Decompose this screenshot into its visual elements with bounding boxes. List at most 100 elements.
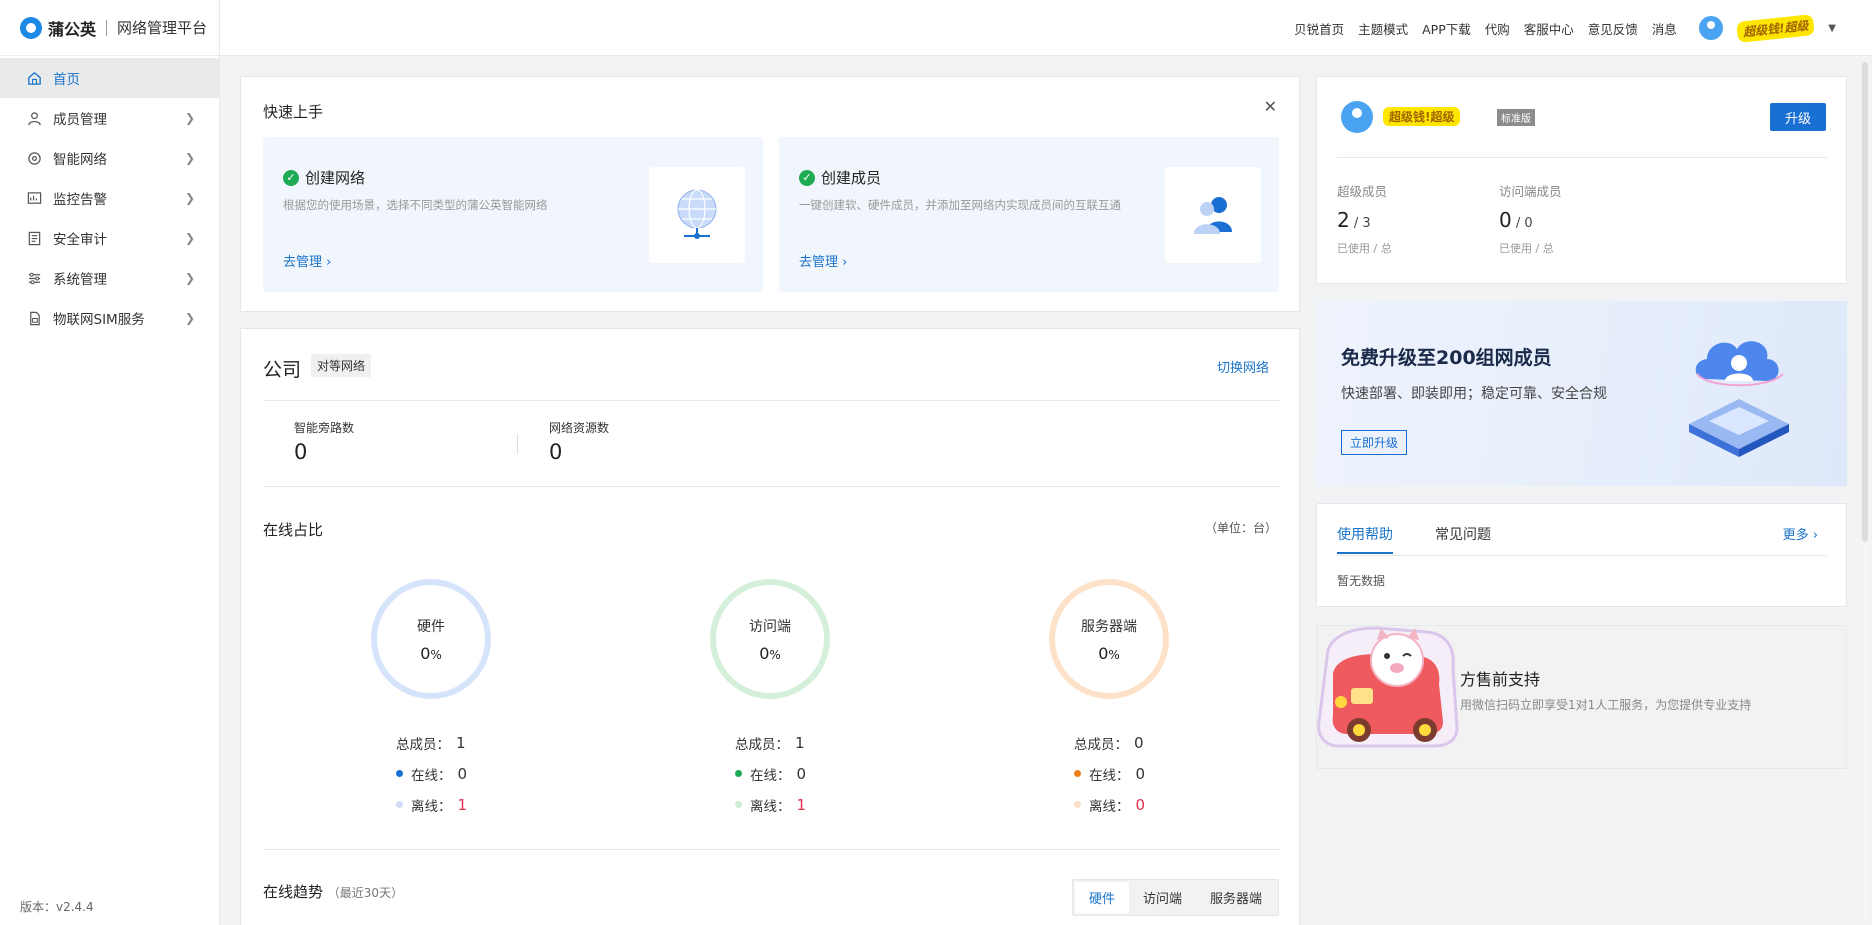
sidebar-item-members[interactable]: 成员管理 ❯ xyxy=(0,98,219,138)
manage-network-link[interactable]: 去管理 › xyxy=(283,251,331,270)
stat-bypass: 智能旁路数 0 xyxy=(294,419,354,464)
offline-dot-icon xyxy=(1074,801,1081,808)
close-icon[interactable]: ✕ xyxy=(1264,97,1277,116)
user-name[interactable]: 超级钱!超级 xyxy=(1735,13,1816,43)
promo-subtitle: 快速部署、即装即用；稳定可靠、安全合规 xyxy=(1341,386,1607,402)
ring-label: 服务器端 xyxy=(1081,618,1137,635)
panel-heading: ✓ 创建成员 xyxy=(799,167,881,188)
globe-illustration xyxy=(649,167,745,263)
tab-hardware[interactable]: 硬件 xyxy=(1074,882,1129,913)
online-ratio-title: 在线占比 xyxy=(263,521,324,539)
divider xyxy=(1337,157,1827,158)
tab-server[interactable]: 服务器端 xyxy=(1196,882,1276,913)
online-value: 0 xyxy=(796,764,807,783)
scrollbar-thumb[interactable] xyxy=(1862,62,1868,542)
sidebar-item-monitor[interactable]: 监控告警 ❯ xyxy=(0,178,219,218)
account-name: 超级钱!超级 xyxy=(1383,107,1461,126)
cartoon-car-sticker xyxy=(1307,618,1477,762)
manage-member-link[interactable]: 去管理 › xyxy=(799,251,847,270)
online-value: 0 xyxy=(457,764,468,783)
nav-theme-mode[interactable]: 主题模式 xyxy=(1358,19,1408,38)
panel-description: 根据您的使用场景，选择不同类型的蒲公英智能网络 xyxy=(283,198,548,212)
online-dot-icon xyxy=(1074,770,1081,777)
offline-value: 1 xyxy=(457,795,468,814)
ring-server: 服务器端 0% xyxy=(1049,579,1169,699)
account-card: 超级钱!超级 标准版 升级 超级成员 2 / 3 已使用 / 总 访问端成员 0… xyxy=(1316,76,1847,284)
online-row: 在线： 0 xyxy=(396,758,467,789)
plan-badge: 标准版 xyxy=(1497,109,1535,126)
ring-stats-server: 总成员： 0 在线： 0 离线： 0 xyxy=(1074,727,1145,820)
panel-description: 一键创建软、硬件成员，并添加至网络内实现成员间的互联互通 xyxy=(799,198,1121,212)
online-row: 在线： 0 xyxy=(735,758,806,789)
upgrade-button[interactable]: 升级 xyxy=(1770,103,1826,131)
sidebar-item-smart-network[interactable]: 智能网络 ❯ xyxy=(0,138,219,178)
sidebar-item-home[interactable]: 首页 xyxy=(0,58,219,98)
ring-label: 硬件 xyxy=(417,618,445,635)
nav-app-download[interactable]: APP下载 xyxy=(1422,19,1471,38)
logo-icon xyxy=(20,16,42,39)
sidebar-item-sim[interactable]: 物联网SIM服务 ❯ xyxy=(0,298,219,338)
nav-feedback[interactable]: 意见反馈 xyxy=(1588,19,1638,38)
check-icon: ✓ xyxy=(283,169,299,186)
support-subtitle: 用微信扫码立即享受1对1人工服务，为您提供专业支持 xyxy=(1460,698,1752,712)
chevron-right-icon: ❯ xyxy=(184,311,195,325)
sidebar: 蒲公英 网络管理平台 首页 成员管理 ❯ 智能网络 ❯ 监控告警 ❯ 安全审计 … xyxy=(0,0,220,925)
chevron-right-icon: ❯ xyxy=(184,231,195,245)
offline-value: 1 xyxy=(796,795,807,814)
stat-value: 0 xyxy=(294,440,308,464)
avatar xyxy=(1341,101,1373,133)
members-illustration xyxy=(1165,167,1261,263)
empty-state: 暂无数据 xyxy=(1337,574,1386,588)
sidebar-item-system[interactable]: 系统管理 ❯ xyxy=(0,258,219,298)
total-row: 总成员： 1 xyxy=(735,733,805,753)
stat-label: 智能旁路数 xyxy=(294,421,355,435)
chevron-right-icon: ❯ xyxy=(184,151,195,165)
divider xyxy=(1337,555,1827,556)
create-network-panel: ✓ 创建网络 根据您的使用场景，选择不同类型的蒲公英智能网络 去管理 › xyxy=(263,137,763,292)
brand[interactable]: 蒲公英 网络管理平台 xyxy=(0,0,219,56)
total-value: 1 xyxy=(456,733,466,752)
brand-divider xyxy=(106,19,108,36)
help-tabs: 使用帮助 常见问题 xyxy=(1337,524,1491,554)
ring-stats-access: 总成员： 1 在线： 0 离线： 1 xyxy=(735,727,806,820)
upgrade-now-button[interactable]: 立即升级 xyxy=(1341,430,1408,455)
offline-dot-icon xyxy=(735,801,742,808)
presales-support-card[interactable]: 方售前支持 用微信扫码立即享受1对1人工服务，为您提供专业支持 xyxy=(1316,625,1847,769)
sidebar-item-audit[interactable]: 安全审计 ❯ xyxy=(0,218,219,258)
stat-sub-label: 已使用 / 总 xyxy=(1337,242,1392,255)
sidebar-item-label: 成员管理 xyxy=(53,112,107,128)
help-card: 使用帮助 常见问题 更多 › 暂无数据 xyxy=(1316,503,1847,607)
divider xyxy=(263,849,1281,850)
nav-beirui-home[interactable]: 贝锐首页 xyxy=(1294,19,1344,38)
trend-subtitle: （最近30天） xyxy=(327,886,404,900)
chevron-right-icon: › xyxy=(842,255,848,270)
promo-title: 免费升级至200组网成员 xyxy=(1341,347,1552,369)
avatar[interactable] xyxy=(1698,16,1723,40)
total-value: 0 xyxy=(1134,733,1144,752)
nav-messages[interactable]: 消息 xyxy=(1652,19,1677,38)
caret-down-icon[interactable]: ▼ xyxy=(1828,23,1836,34)
ring-label: 访问端 xyxy=(749,618,791,635)
sidebar-item-label: 系统管理 xyxy=(53,272,107,288)
chevron-right-icon: ❯ xyxy=(184,191,195,205)
switch-network-link[interactable]: 切换网络 xyxy=(1217,357,1269,376)
nav-service-center[interactable]: 客服中心 xyxy=(1524,19,1574,38)
ring-access: 访问端 0% xyxy=(710,579,830,699)
tab-access[interactable]: 访问端 xyxy=(1129,882,1196,913)
super-members-stat: 超级成员 2 / 3 已使用 / 总 xyxy=(1337,181,1392,256)
stat-resources: 网络资源数 0 xyxy=(549,419,609,464)
ring-stats-hardware: 总成员： 1 在线： 0 离线： 1 xyxy=(396,727,467,820)
divider xyxy=(517,434,518,454)
unit-label: （单位：台） xyxy=(1204,521,1277,535)
network-icon xyxy=(26,150,42,166)
tab-usage-help[interactable]: 使用帮助 xyxy=(1337,524,1393,554)
upgrade-promo-banner[interactable]: 免费升级至200组网成员 快速部署、即装即用；稳定可靠、安全合规 立即升级 xyxy=(1316,301,1847,486)
more-link[interactable]: 更多 › xyxy=(1783,524,1818,543)
scrollbar[interactable] xyxy=(1862,60,1868,920)
top-header: 贝锐首页 主题模式 APP下载 代购 客服中心 意见反馈 消息 超级钱!超级 ▼ xyxy=(220,0,1872,56)
network-type-tag: 对等网络 xyxy=(311,354,372,377)
divider xyxy=(263,400,1281,401)
offline-row: 离线： 1 xyxy=(396,789,467,820)
tab-faq[interactable]: 常见问题 xyxy=(1435,524,1491,554)
nav-purchase[interactable]: 代购 xyxy=(1485,19,1510,38)
